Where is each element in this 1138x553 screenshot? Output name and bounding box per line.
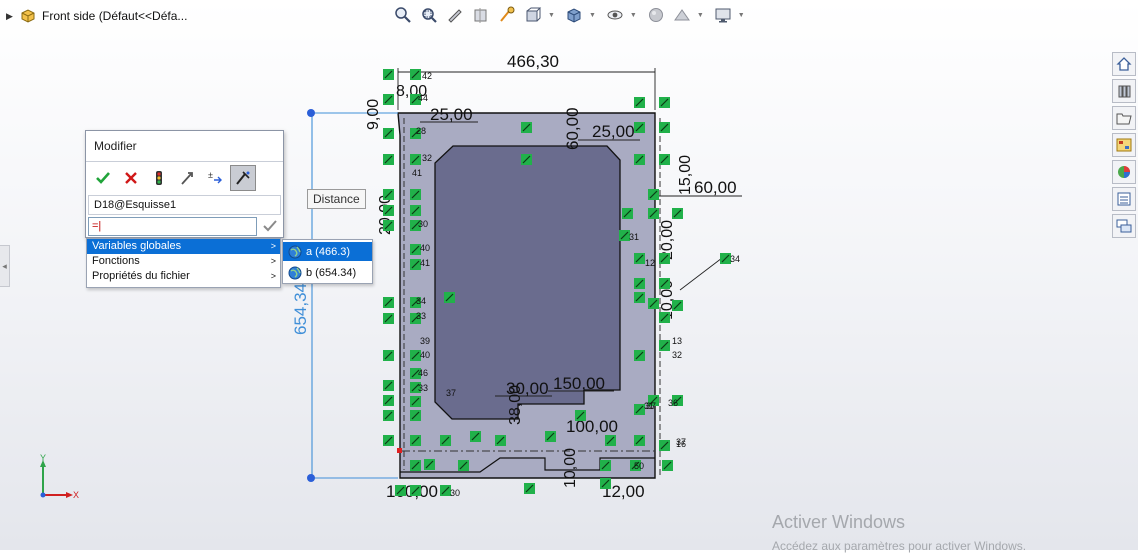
relation-number-label: 40: [420, 350, 430, 360]
modify-dialog-separator: [86, 161, 283, 162]
globe-icon: [288, 245, 302, 258]
equation-dropdown-menu: Variables globales > Fonctions > Proprié…: [86, 238, 281, 288]
dim-15[interactable]: 15,00: [677, 155, 694, 195]
submenu-item-var-a[interactable]: a (466.3): [283, 242, 372, 261]
cancel-icon[interactable]: [118, 165, 144, 191]
relation-number-label: 32: [422, 153, 432, 163]
relation-number-label: 41: [412, 168, 422, 178]
relation-number-label: 30: [418, 219, 428, 229]
svg-text:X: X: [73, 490, 79, 500]
watermark-title: Activer Windows: [772, 512, 906, 532]
global-variables-submenu: a (466.3) b (654.34): [282, 239, 373, 284]
modify-dialog-buttons: ±: [90, 165, 256, 191]
relation-number-label: 41: [420, 258, 430, 268]
reset-selection-icon[interactable]: [174, 165, 200, 191]
dim-25-left[interactable]: 25,00: [430, 105, 473, 124]
confirm-value-icon[interactable]: [262, 218, 278, 234]
relation-number-label: 42: [422, 71, 432, 81]
dim-150[interactable]: 150,00: [553, 374, 605, 393]
spin-increment-icon[interactable]: ±: [202, 165, 228, 191]
relation-number-label: 39: [420, 336, 430, 346]
relation-number-label: 33: [416, 311, 426, 321]
relation-number-label: 50: [634, 461, 644, 471]
menu-item-global-variables[interactable]: Variables globales >: [87, 239, 280, 254]
menu-item-label: Variables globales: [92, 240, 182, 252]
dim-left-height[interactable]: 654,34: [291, 283, 310, 335]
relation-number-label: 40: [420, 243, 430, 253]
globe-icon: [288, 266, 302, 279]
mark-dimension-icon[interactable]: [230, 165, 256, 191]
dimension-tooltip: Distance: [307, 189, 366, 209]
relation-number-label: 33: [418, 383, 428, 393]
dim-25-right[interactable]: 25,00: [592, 122, 635, 141]
relation-number-label: 36: [668, 398, 678, 408]
relation-number-label: 28: [416, 126, 426, 136]
dimension-handle-bottom[interactable]: [307, 474, 315, 482]
relation-number-label: 44: [418, 93, 428, 103]
submenu-item-label: b (654.34): [306, 266, 357, 279]
reference-triad: Y X: [40, 453, 79, 500]
menu-item-label: Propriétés du fichier: [92, 270, 190, 282]
relation-number-label: 37: [646, 401, 656, 411]
accept-icon[interactable]: [90, 165, 116, 191]
submenu-arrow-icon: >: [270, 271, 276, 281]
dim-38[interactable]: 38,00: [507, 385, 524, 425]
dim-60-right[interactable]: 60,00: [694, 178, 737, 197]
dim-10-bottom[interactable]: 10,00: [562, 448, 579, 488]
sketch-point-red[interactable]: [397, 448, 402, 453]
svg-text:±: ±: [208, 170, 213, 180]
relation-number-label: 34: [730, 254, 740, 264]
submenu-item-var-b[interactable]: b (654.34): [283, 263, 372, 282]
menu-item-file-properties[interactable]: Propriétés du fichier >: [87, 269, 280, 284]
submenu-arrow-icon: >: [270, 256, 276, 266]
modify-dialog-title: Modifier: [94, 139, 137, 153]
submenu-arrow-icon: >: [270, 241, 276, 251]
relation-number-label: 34: [416, 296, 426, 306]
relation-number-label: 16: [676, 439, 686, 449]
dimension-value-input[interactable]: =|: [88, 217, 257, 236]
windows-activation-watermark: Activer Windows Accédez aux paramètres p…: [772, 512, 1026, 553]
rebuild-icon[interactable]: [146, 165, 172, 191]
menu-item-functions[interactable]: Fonctions >: [87, 254, 280, 269]
relation-number-label: 46: [418, 368, 428, 378]
menu-item-label: Fonctions: [92, 255, 140, 267]
relation-number-label: 30: [450, 488, 460, 498]
watermark-subtitle: Accédez aux paramètres pour activer Wind…: [772, 539, 1027, 553]
modify-dimension-dialog: Modifier ± D18@Esquisse1 =|: [85, 130, 284, 238]
submenu-item-label: a (466.3): [306, 245, 351, 258]
relation-number-label: 12: [645, 258, 655, 268]
dimension-handle-top[interactable]: [307, 109, 315, 117]
svg-text:Y: Y: [40, 453, 46, 463]
relation-number-label: 13: [672, 336, 682, 346]
relation-number-label: 32: [672, 350, 682, 360]
relation-number-label: 31: [629, 232, 639, 242]
dim-100[interactable]: 100,00: [566, 417, 618, 436]
relation-number-label: 37: [446, 388, 456, 398]
dim-top-width[interactable]: 466,30: [507, 52, 559, 71]
dimension-name-field[interactable]: D18@Esquisse1: [88, 195, 281, 215]
dim-60-top[interactable]: 60,00: [563, 107, 582, 150]
dim-9[interactable]: 9,00: [365, 99, 382, 130]
